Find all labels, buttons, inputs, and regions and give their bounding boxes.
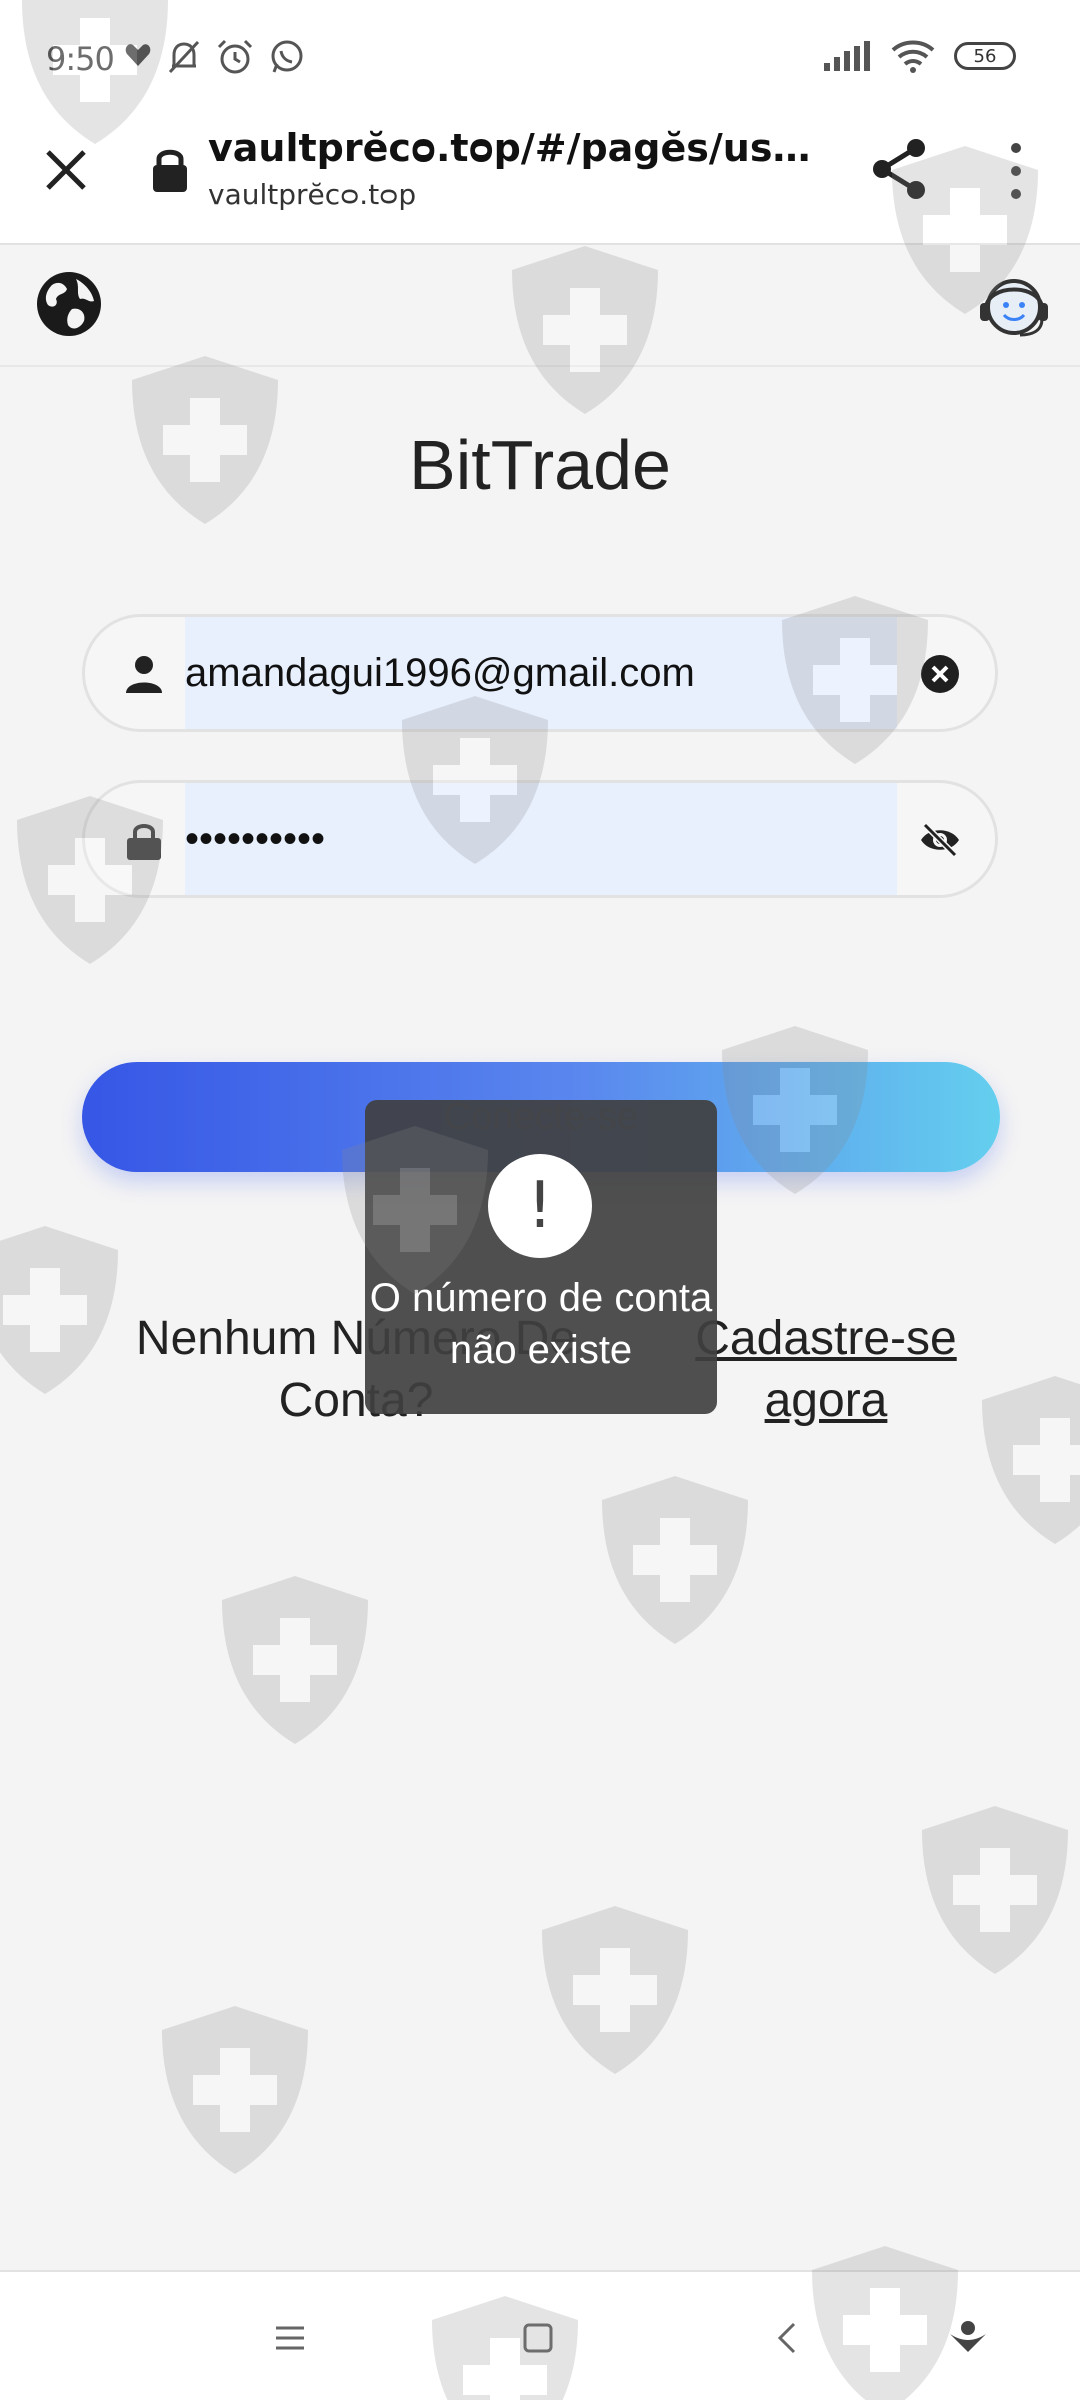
user-icon — [126, 656, 162, 693]
error-toast: ! O número de conta não existe — [365, 1100, 717, 1414]
support-agent-icon[interactable] — [976, 269, 1052, 345]
close-icon[interactable] — [36, 140, 96, 200]
wifi-icon — [891, 40, 935, 73]
url-text[interactable]: vaultprĕcᴑ.tᴑp/#/pagĕs/usĕr/... — [208, 126, 828, 170]
watermark-shield-icon — [0, 1226, 118, 1394]
heart-icon — [125, 44, 151, 66]
assistant-icon[interactable] — [944, 2314, 992, 2362]
whatsapp-icon — [271, 40, 303, 73]
share-icon[interactable] — [868, 136, 930, 202]
more-options-icon[interactable] — [1000, 138, 1032, 204]
globe-icon[interactable] — [34, 269, 104, 339]
bell-off-icon — [168, 40, 200, 74]
toast-message: O número de conta não existe — [369, 1276, 713, 1372]
home-icon[interactable] — [514, 2314, 562, 2362]
app-title: BitTrade — [409, 426, 671, 504]
alarm-icon — [217, 39, 253, 74]
status-time: 9:50 — [46, 40, 115, 78]
status-icons-left — [124, 38, 306, 76]
back-icon[interactable] — [764, 2314, 812, 2362]
register-link[interactable]: Cadastre-se agora — [690, 1308, 962, 1432]
lock-icon — [153, 149, 187, 192]
email-field-container — [82, 614, 998, 732]
password-field-container — [82, 780, 998, 898]
system-navigation-bar — [0, 2270, 1080, 2400]
eye-off-icon[interactable] — [919, 819, 961, 861]
app-header — [0, 245, 1080, 367]
clear-icon[interactable] — [919, 653, 961, 695]
battery-icon: 56 — [954, 42, 1016, 70]
browser-bar: vaultprĕcᴑ.tᴑp/#/pagĕs/usĕr/... vaultprĕ… — [0, 118, 1080, 245]
watermark-shield-icon — [162, 2006, 308, 2174]
alert-icon: ! — [488, 1154, 592, 1258]
password-field[interactable] — [185, 783, 897, 895]
recents-icon[interactable] — [266, 2314, 314, 2362]
signal-icon — [824, 41, 870, 71]
watermark-shield-icon — [602, 1476, 748, 1644]
watermark-shield-icon — [222, 1576, 368, 1744]
status-icons-right: 56 — [824, 38, 1016, 74]
watermark-shield-icon — [982, 1376, 1080, 1544]
lock-icon — [127, 824, 161, 860]
email-field[interactable] — [185, 617, 897, 729]
domain-text: vaultprĕcᴑ.tᴑp — [208, 178, 417, 211]
status-bar: 9:50 56 — [0, 0, 1080, 118]
watermark-shield-icon — [542, 1906, 688, 2074]
watermark-shield-icon — [922, 1806, 1068, 1974]
